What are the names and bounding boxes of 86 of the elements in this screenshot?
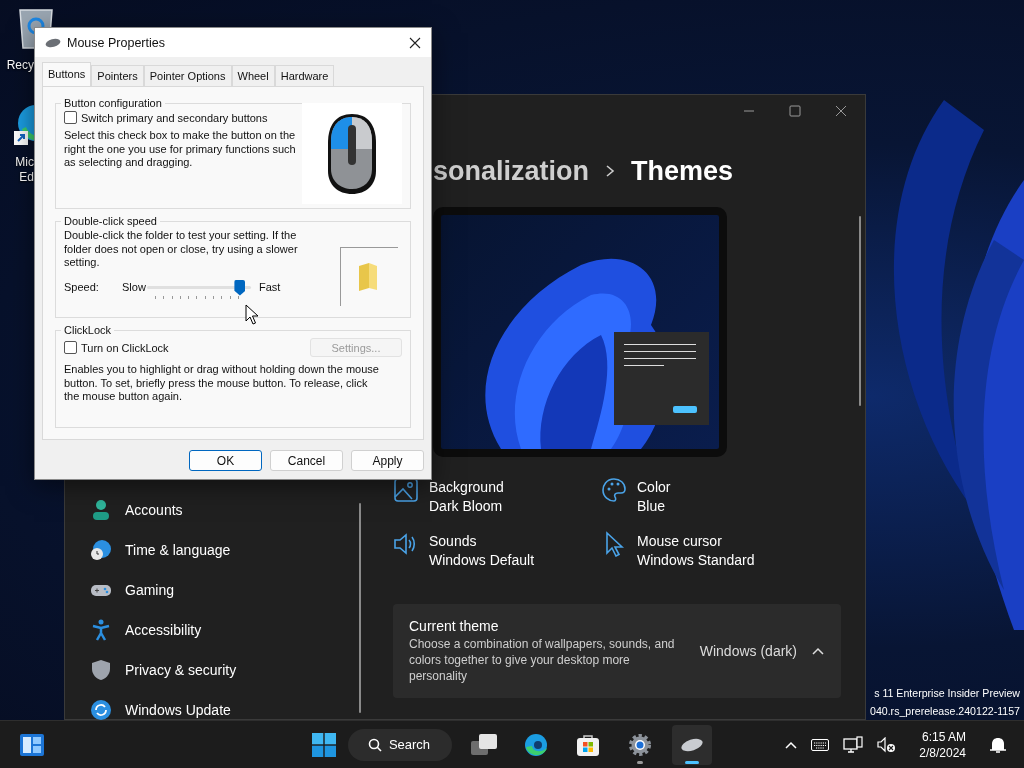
picture-icon <box>393 477 419 503</box>
tab[interactable]: Pointers <box>91 65 144 86</box>
setting-value: Windows Standard <box>637 551 755 570</box>
setting-label: Color <box>637 478 671 497</box>
checkbox-label[interactable]: Turn on ClickLock <box>81 341 169 354</box>
dialog-button[interactable]: Cancel <box>270 450 343 471</box>
group-title: ClickLock <box>63 324 113 336</box>
slider-max-label: Fast <box>259 280 281 293</box>
theme-setting[interactable]: Color Blue <box>601 477 841 531</box>
palette-icon <box>601 477 627 503</box>
browser-icon[interactable] <box>524 732 549 757</box>
slider-min-label: Slow <box>122 280 147 293</box>
nav-item[interactable]: Gaming <box>65 570 361 610</box>
nav-item[interactable]: Time & language <box>65 530 361 570</box>
theme-setting[interactable]: Mouse cursor Windows Standard <box>601 531 841 585</box>
current-theme-value: Windows (dark) <box>699 643 797 659</box>
mouse-pointer-icon <box>245 304 259 326</box>
accessibility-icon <box>90 619 112 641</box>
theme-setting[interactable]: Background Dark Bloom <box>393 477 601 531</box>
nav-item[interactable]: Accounts <box>65 490 361 530</box>
widgets-icon[interactable] <box>20 733 44 756</box>
window-title: Mouse Properties <box>67 35 165 50</box>
test-area[interactable] <box>340 247 398 306</box>
tab[interactable]: Buttons <box>42 62 92 86</box>
tab[interactable]: Hardware <box>274 65 335 86</box>
active-indicator <box>685 760 700 764</box>
desktop-icon-label: Ed <box>19 170 34 185</box>
description-text: Double-click the folder to test your setting. If the folder does not open or close, try using a slower setting. <box>64 229 299 270</box>
update-icon <box>90 699 112 720</box>
settings-icon[interactable] <box>628 732 653 757</box>
running-indicator <box>637 760 644 764</box>
dialog-button[interactable]: Apply <box>351 450 424 471</box>
search-button[interactable]: Search <box>347 728 453 761</box>
checkbox-label[interactable]: Switch primary and secondary buttons <box>81 111 268 124</box>
description-text: Select this check box to make the button on the right the one you use for primary functions such as selecting and dragging. <box>64 129 297 170</box>
maximize-icon[interactable] <box>789 105 801 117</box>
clock-date[interactable]: 2/8/2024 <box>919 744 966 761</box>
card-title: Current theme <box>409 618 500 634</box>
tab[interactable]: Wheel <box>231 65 275 86</box>
accounts-icon <box>90 499 112 521</box>
active-app-button[interactable] <box>672 724 713 765</box>
os-build-watermark: 040.rs_prerelease.240122-1157 <box>870 704 1020 719</box>
current-theme-card[interactable]: Current theme Choose a combination of wallpapers, sounds, and colors together to give your desktop more personality Windows (dark) <box>393 604 841 698</box>
setting-value: Dark Bloom <box>429 497 504 516</box>
chevron-up-icon[interactable] <box>811 646 825 656</box>
setting-label: Mouse cursor <box>637 532 723 551</box>
scrollbar[interactable] <box>859 216 861 406</box>
dialog-button[interactable]: OK <box>189 450 262 471</box>
privacy-icon <box>90 659 112 681</box>
group-title: Double-click speed <box>63 215 158 227</box>
mouse-icon[interactable] <box>680 736 705 753</box>
os-build-watermark: s 11 Enterprise Insider Preview <box>874 686 1020 701</box>
setting-label: Sounds <box>429 532 478 551</box>
volume-muted-icon[interactable] <box>877 736 898 753</box>
checkbox[interactable] <box>64 341 77 354</box>
mouse-icon <box>45 37 61 48</box>
setting-value: Windows Default <box>429 551 535 570</box>
desktop-icon-label: Recy <box>6 58 34 73</box>
clock-time[interactable]: 6:15 AM <box>921 728 966 745</box>
setting-label: Background <box>429 478 504 497</box>
store-icon[interactable] <box>576 732 601 757</box>
speed-label: Speed: <box>64 280 100 293</box>
breadcrumb-link[interactable]: sonalization <box>433 155 589 187</box>
keyboard-icon[interactable] <box>811 738 830 751</box>
nav-item[interactable]: Accessibility <box>65 610 361 650</box>
card-description: Choose a combination of wallpapers, sounds, and colors together to give your desktop more personality <box>409 636 676 684</box>
close-icon[interactable] <box>835 105 847 117</box>
page-title: Themes <box>631 155 734 187</box>
nav-item[interactable]: Windows Update <box>65 690 361 720</box>
desktop-icon-label: Mic <box>15 155 34 170</box>
task-view-icon[interactable] <box>471 733 498 756</box>
description-text: Enables you to highlight or drag without holding down the mouse button. To set, briefly press the mouse button. To release, click the mouse button again. <box>64 363 380 404</box>
chevron-right-icon <box>605 164 615 178</box>
search-icon <box>367 737 382 752</box>
slider-thumb[interactable] <box>234 279 246 296</box>
tab[interactable]: Pointer Options <box>143 65 232 86</box>
close-icon[interactable] <box>409 36 421 49</box>
time-icon <box>90 539 112 561</box>
setting-value: Blue <box>637 497 667 516</box>
group-title: Button configuration <box>63 97 163 109</box>
start-icon[interactable] <box>311 732 336 757</box>
nav-item[interactable]: Privacy & security <box>65 650 361 690</box>
network-icon[interactable] <box>843 735 864 754</box>
scrollbar[interactable] <box>359 503 361 713</box>
checkbox[interactable] <box>64 111 77 124</box>
theme-setting[interactable]: Sounds Windows Default <box>393 531 601 585</box>
